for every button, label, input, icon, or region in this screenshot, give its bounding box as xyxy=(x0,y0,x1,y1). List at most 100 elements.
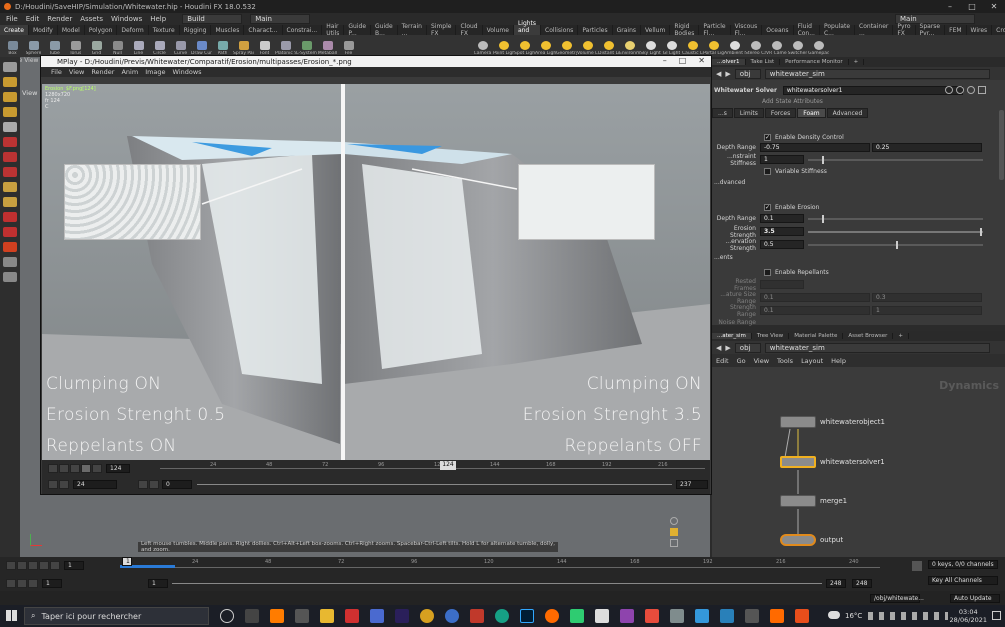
shelf-tab-right-4[interactable]: Vellum xyxy=(641,25,671,35)
app-icon-9[interactable] xyxy=(620,609,634,623)
param-tab-advanced[interactable]: Advanced xyxy=(826,108,869,118)
shelf-tab-6[interactable]: Rigging xyxy=(180,25,212,35)
depth-range-1[interactable]: -0.75 xyxy=(760,143,870,152)
handle-tool-icon[interactable] xyxy=(3,122,17,132)
light-tool-3[interactable]: Area Light xyxy=(535,35,556,57)
light-tool-4[interactable]: Geometry Light xyxy=(556,35,577,57)
tab-tree-view[interactable]: Tree View xyxy=(752,333,790,339)
help-icon[interactable] xyxy=(956,86,964,94)
network-editor[interactable]: Dynamics whitewaterobject1 whitewatersol… xyxy=(712,367,1005,557)
param-scrollbar[interactable] xyxy=(999,110,1004,180)
shelf-tab-3[interactable]: Polygon xyxy=(85,25,118,35)
net-menu-view[interactable]: View xyxy=(754,357,769,365)
shelf-tab-right-2[interactable]: Particles xyxy=(578,25,613,35)
mplay-close-icon[interactable]: ✕ xyxy=(698,56,705,65)
shelf-tool-12[interactable]: Font xyxy=(254,35,275,57)
tab-asset-browser[interactable]: Asset Browser xyxy=(843,333,894,339)
stop-icon[interactable] xyxy=(28,561,38,570)
app-icon-13[interactable] xyxy=(720,609,734,623)
tray-icons[interactable] xyxy=(868,612,948,620)
node-name-field[interactable]: whitewatersolver1 xyxy=(782,86,963,95)
view-tool-icon[interactable] xyxy=(3,152,17,162)
node-whitewaterobject1[interactable] xyxy=(780,416,816,428)
weather-icon[interactable] xyxy=(828,611,840,619)
taskbar-clock[interactable]: 03:04 28/06/2021 xyxy=(950,608,987,624)
light-tool-15[interactable]: Switcher xyxy=(787,35,808,57)
photoshop-icon[interactable] xyxy=(520,609,534,623)
menu-assets[interactable]: Assets xyxy=(80,15,103,23)
shelf-tool-8[interactable]: Curve xyxy=(170,35,191,57)
shelf-tool-3[interactable]: Torus xyxy=(65,35,86,57)
next-key-icon[interactable] xyxy=(50,561,60,570)
mplay-stop-icon[interactable] xyxy=(70,464,80,473)
file-explorer-icon[interactable] xyxy=(320,609,334,623)
mplay-playhead[interactable]: 124 xyxy=(440,461,456,470)
grid-icon[interactable] xyxy=(670,528,678,536)
build-menu[interactable]: Build xyxy=(182,14,243,24)
chrome-icon[interactable] xyxy=(420,609,434,623)
task-view-icon[interactable] xyxy=(245,609,259,623)
light-tool-0[interactable]: Camera xyxy=(472,35,493,57)
feature-size-1[interactable]: 0.1 xyxy=(760,293,870,302)
magnet-icon[interactable] xyxy=(3,212,17,222)
mplay-start-field[interactable]: 24 xyxy=(73,480,117,489)
net-path[interactable]: whitewater_sim xyxy=(764,342,990,353)
param-path[interactable]: whitewater_sim xyxy=(764,68,990,79)
menu-help[interactable]: Help xyxy=(150,15,166,23)
shelf-tab-1[interactable]: Modify xyxy=(29,25,58,35)
mplay-range-next-icon[interactable] xyxy=(149,480,159,489)
erosion-strength-field[interactable]: 3.5 xyxy=(760,227,804,236)
mplay-maximize-icon[interactable]: □ xyxy=(679,56,687,65)
shelf-tool-0[interactable]: Box xyxy=(2,35,23,57)
menu-render[interactable]: Render xyxy=(47,15,72,23)
key-icon[interactable] xyxy=(912,561,922,571)
mplay-frame-field[interactable]: 124 xyxy=(106,464,130,473)
shelf-tool-14[interactable]: L-System xyxy=(296,35,317,57)
mplay-play-icon[interactable] xyxy=(81,464,91,473)
erosion-strength-slider[interactable] xyxy=(808,227,983,236)
key-all-channels-button[interactable]: Key All Channels xyxy=(928,576,998,585)
light-tool-11[interactable]: Portal Light xyxy=(703,35,724,57)
repellants-folder[interactable]: ...ents xyxy=(714,252,733,263)
auto-update-button[interactable]: Auto Update xyxy=(950,594,1000,603)
mplay-menu-render[interactable]: Render xyxy=(91,68,114,76)
shelf-tab-right-14[interactable]: FEM xyxy=(945,25,967,35)
shelf-tab-right-12[interactable]: Pyro FX xyxy=(893,23,916,37)
shelf-tab-8[interactable]: Charact... xyxy=(244,25,283,35)
shelf-tab-right-15[interactable]: Wires xyxy=(967,25,993,35)
keys-channels-field[interactable]: 0 keys, 0/0 channels xyxy=(928,560,998,569)
timeline-playhead[interactable]: 1 xyxy=(122,557,132,566)
shelf-tab-right-5[interactable]: Rigid Bodies xyxy=(670,23,700,37)
light-tool-10[interactable]: Caustic Light xyxy=(682,35,703,57)
enable-erosion-row[interactable]: ✓ Enable Erosion xyxy=(764,202,819,213)
tab-material-palette[interactable]: Material Palette xyxy=(789,333,844,339)
shelf-tab-right-9[interactable]: Fluid Con... xyxy=(794,23,820,37)
advanced-folder[interactable]: ...dvanced xyxy=(714,177,745,188)
light-tool-12[interactable]: Ambient Light xyxy=(724,35,745,57)
light-tool-2[interactable]: Spot Light xyxy=(514,35,535,57)
menu-edit[interactable]: Edit xyxy=(26,15,40,23)
first-frame-icon[interactable] xyxy=(6,561,16,570)
mplay-menu-view[interactable]: View xyxy=(69,68,84,76)
mplay-range-bar[interactable] xyxy=(197,484,672,485)
app-icon-14[interactable] xyxy=(745,609,759,623)
constraint-stiffness-field[interactable]: 1 xyxy=(760,155,804,164)
add-state-attrs[interactable]: Add State Attributes xyxy=(762,96,823,107)
variable-stiffness-row[interactable]: Variable Stiffness xyxy=(764,166,827,177)
minimize-icon[interactable]: – xyxy=(939,0,961,13)
orange-tool-icon[interactable] xyxy=(3,242,17,252)
shelf-tool-13[interactable]: Platonic Solids xyxy=(275,35,296,57)
houdini-icon[interactable] xyxy=(545,609,559,623)
mplay-menu-anim[interactable]: Anim xyxy=(121,68,138,76)
display-options-icon[interactable] xyxy=(3,257,17,267)
light-tool-14[interactable]: VR Camera xyxy=(766,35,787,57)
node-output[interactable] xyxy=(780,534,816,546)
feature-size-2[interactable]: 0.3 xyxy=(872,293,982,302)
mplay-menu-image[interactable]: Image xyxy=(145,68,165,76)
shelf-tab-10[interactable]: Hair Utils xyxy=(322,23,345,37)
mplay-range-end[interactable]: 237 xyxy=(676,480,708,489)
net-menu-layout[interactable]: Layout xyxy=(801,357,823,365)
shelf-tab-right-10[interactable]: Populate C... xyxy=(820,23,856,37)
mplay-menu-file[interactable]: File xyxy=(51,68,62,76)
notification-icon[interactable] xyxy=(992,611,1001,620)
